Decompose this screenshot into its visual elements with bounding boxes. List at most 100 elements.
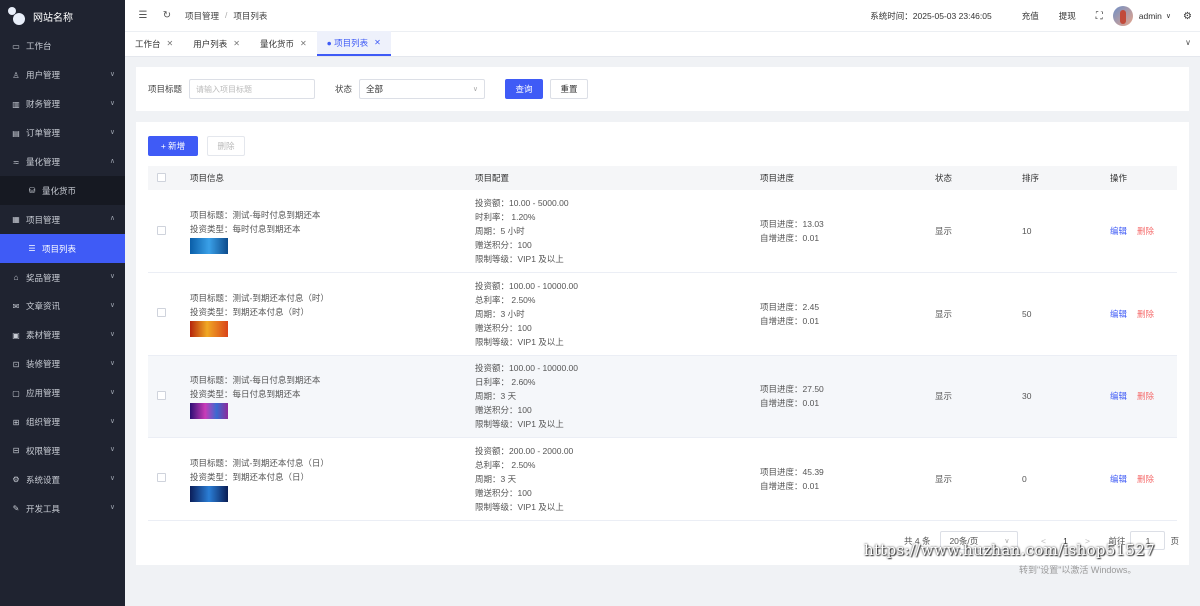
info-line: 投资类型：到期还本付息（日） — [190, 471, 310, 482]
chevron-down-icon: ∨ — [109, 446, 115, 454]
sidebar-item[interactable]: ⊡ 装修管理 ∨ — [0, 350, 125, 379]
avatar[interactable] — [1112, 6, 1133, 26]
config-line: 总利率： 2.50% — [475, 294, 536, 305]
breadcrumb-item: 项目列表 — [233, 10, 268, 21]
menu-fold-icon[interactable]: ☰ — [137, 10, 149, 22]
tab-project-list[interactable]: ● 项目列表 ✕ — [316, 31, 391, 56]
project-info-cell: 项目标题：测试-到期还本付息（时） 投资类型：到期还本付息（时） — [184, 272, 469, 356]
sidebar-item[interactable]: ✉ 文章资讯 ∨ — [0, 292, 125, 321]
row-checkbox[interactable] — [157, 390, 166, 400]
status-cell: 显示 — [929, 355, 1016, 438]
sidebar-item[interactable]: ⊞ 组织管理 ∨ — [0, 408, 125, 437]
sidebar-item-label: 订单管理 — [26, 128, 61, 139]
sidebar-item[interactable]: ♙ 用户管理 ∨ — [0, 61, 125, 90]
sidebar-item[interactable]: ▣ 素材管理 ∨ — [0, 321, 125, 350]
close-icon[interactable]: ✕ — [233, 39, 240, 48]
sidebar-item[interactable]: ⊟ 权限管理 ∨ — [0, 436, 125, 465]
url-watermark: https://www.huzhan.com/ishop51527 — [864, 541, 1156, 559]
edit-button[interactable]: 编辑 — [1110, 226, 1127, 236]
info-line: 项目标题：测试-到期还本付息（日） — [190, 457, 329, 468]
sidebar-item[interactable]: ▥ 财务管理 ∨ — [0, 90, 125, 119]
row-select-cell — [148, 355, 184, 438]
batch-delete-button[interactable]: 删除 — [207, 136, 245, 156]
delete-button[interactable]: 删除 — [1137, 309, 1154, 319]
user-name[interactable]: admin — [1139, 11, 1162, 21]
withdraw-link[interactable]: 提现 — [1059, 10, 1076, 22]
select-all-cell — [148, 166, 184, 190]
progress-line: 项目进度：13.03 — [760, 219, 824, 229]
project-info-cell: 项目标题：测试-每时付息到期还本 投资类型：每时付息到期还本 — [184, 190, 469, 273]
order-icon: ▤ — [12, 128, 20, 138]
query-button[interactable]: 查询 — [505, 79, 544, 99]
title-input[interactable]: 请输入项目标题 — [189, 79, 316, 99]
progress-line: 项目进度：2.45 — [760, 301, 820, 312]
tab-workbench[interactable]: 工作台 ✕ — [125, 31, 183, 56]
close-icon[interactable]: ✕ — [300, 39, 307, 48]
org-icon: ⊞ — [12, 417, 20, 427]
sidebar-item-label: 奖品管理 — [26, 272, 61, 283]
breadcrumb: 项目管理 / 项目列表 — [185, 10, 267, 22]
tab-label: 工作台 — [135, 38, 161, 49]
monitor-icon: ▭ — [12, 41, 20, 51]
table-row[interactable]: 项目标题：测试-到期还本付息（日） 投资类型：到期还本付息（日） 投资额：200.0… — [148, 437, 1177, 521]
config-line: 周期：3 小时 — [475, 308, 525, 319]
row-checkbox[interactable] — [157, 225, 166, 235]
close-icon[interactable]: ✕ — [374, 38, 381, 47]
reset-button[interactable]: 重置 — [550, 79, 589, 99]
progress-line: 项目进度：45.39 — [760, 466, 824, 477]
progress-line: 项目进度：27.50 — [760, 384, 824, 395]
app-icon: ▢ — [12, 388, 20, 398]
sidebar-item-label: 系统设置 — [26, 474, 61, 485]
status-select[interactable]: 全部 ∨ — [359, 79, 486, 99]
sidebar-item[interactable]: ⌂ 奖品管理 ∨ — [0, 263, 125, 292]
chevron-down-icon: ∨ — [109, 475, 115, 483]
fullscreen-icon[interactable]: ⛶ — [1096, 11, 1103, 22]
delete-button[interactable]: 删除 — [1137, 391, 1154, 401]
recharge-link[interactable]: 充值 — [1022, 10, 1039, 22]
sidebar-item[interactable]: ≂ 量化管理 ∧ — [0, 148, 125, 177]
sort-cell: 50 — [1016, 272, 1104, 356]
tab-user-list[interactable]: 用户列表 ✕ — [183, 31, 250, 56]
gear-icon: ⚙ — [12, 475, 20, 485]
edit-button[interactable]: 编辑 — [1110, 474, 1127, 484]
project-thumbnail — [190, 403, 228, 420]
table-toolbar: + 新增 删除 — [148, 136, 245, 156]
sidebar-item[interactable]: ✎ 开发工具 ∨ — [0, 494, 125, 523]
tab-quant-currency[interactable]: 量化货币 ✕ — [250, 31, 317, 56]
delete-button[interactable]: 删除 — [1137, 226, 1154, 236]
chevron-down-icon: ∨ — [109, 128, 115, 136]
table-row[interactable]: 项目标题：测试-每时付息到期还本 投资类型：每时付息到期还本 投资额：10.00 -… — [148, 190, 1177, 273]
chevron-down-icon: ∨ — [109, 417, 115, 425]
sidebar-item-label: 财务管理 — [26, 99, 61, 110]
sidebar-item[interactable]: ▦ 项目管理 ∧ — [0, 205, 125, 234]
table-body: 项目标题：测试-每时付息到期还本 投资类型：每时付息到期还本 投资额：10.00 -… — [148, 190, 1177, 521]
sort-cell: 30 — [1016, 355, 1104, 438]
status-cell: 显示 — [929, 190, 1016, 273]
chevron-down-icon[interactable]: ∨ — [1185, 38, 1191, 47]
gear-icon[interactable]: ⚙ — [1183, 11, 1192, 22]
add-button[interactable]: + 新增 — [148, 136, 198, 156]
config-line: 投资额：200.00 - 2000.00 — [475, 445, 574, 456]
chevron-down-icon[interactable]: ∨ — [1166, 12, 1171, 20]
chevron-down-icon: ∨ — [109, 273, 115, 281]
project-progress-cell: 项目进度：2.45 自增进度：0.01 — [754, 272, 929, 356]
delete-button[interactable]: 删除 — [1137, 474, 1154, 484]
breadcrumb-item[interactable]: 项目管理 — [185, 10, 219, 22]
row-checkbox[interactable] — [157, 308, 166, 318]
sidebar-item[interactable]: ▭ 工作台 — [0, 32, 125, 61]
sidebar-item[interactable]: ⛁ 量化货币 — [0, 176, 125, 206]
brand-logo[interactable]: 网站名称 — [0, 0, 125, 32]
table-row[interactable]: 项目标题：测试-每日付息到期还本 投资类型：每日付息到期还本 投资额：100.00 … — [148, 355, 1177, 438]
col-header: 排序 — [1016, 166, 1104, 190]
table-row[interactable]: 项目标题：测试-到期还本付息（时） 投资类型：到期还本付息（时） 投资额：100.0… — [148, 272, 1177, 356]
close-icon[interactable]: ✕ — [167, 39, 174, 48]
sidebar-item[interactable]: ▤ 订单管理 ∨ — [0, 119, 125, 148]
refresh-icon[interactable]: ↻ — [161, 10, 173, 22]
select-all-checkbox[interactable] — [157, 172, 166, 182]
sidebar-item[interactable]: ▢ 应用管理 ∨ — [0, 379, 125, 408]
edit-button[interactable]: 编辑 — [1110, 391, 1127, 401]
edit-button[interactable]: 编辑 — [1110, 309, 1127, 319]
sidebar-item[interactable]: ☰ 项目列表 — [0, 234, 125, 264]
row-checkbox[interactable] — [157, 473, 166, 483]
sidebar-item[interactable]: ⚙ 系统设置 ∨ — [0, 465, 125, 494]
